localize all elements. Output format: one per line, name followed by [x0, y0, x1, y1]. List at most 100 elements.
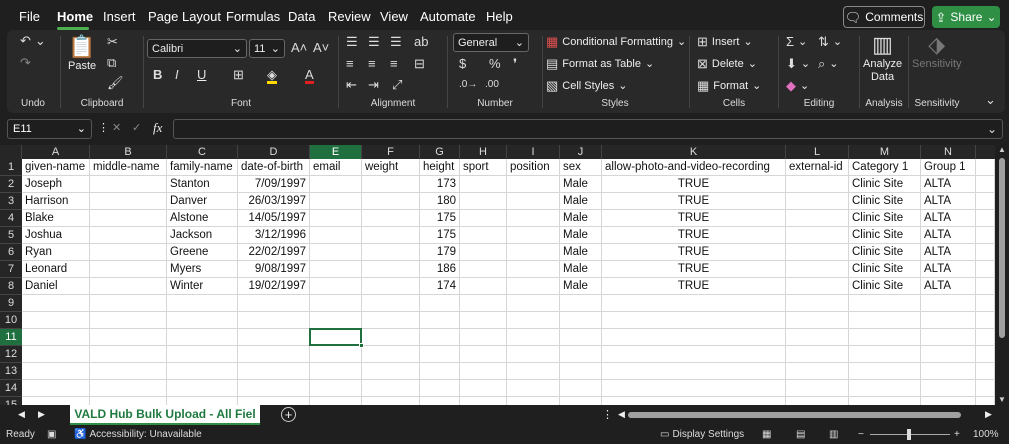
table-cell[interactable]: [420, 363, 460, 380]
row-header-10[interactable]: 10: [0, 312, 22, 329]
table-cell[interactable]: [362, 227, 420, 244]
table-cell[interactable]: [507, 227, 560, 244]
table-cell[interactable]: Leonard: [22, 261, 90, 278]
table-cell[interactable]: [460, 210, 507, 227]
table-cell[interactable]: 9/08/1997: [238, 261, 310, 278]
decrease-font-button[interactable]: A˅: [313, 41, 329, 54]
table-cell[interactable]: [507, 295, 560, 312]
column-header-a[interactable]: A: [22, 145, 90, 159]
menu-file[interactable]: File: [19, 9, 40, 24]
table-cell[interactable]: 174: [420, 278, 460, 295]
header-cell[interactable]: allow-photo-and-video-recording: [602, 159, 786, 176]
table-cell[interactable]: 173: [420, 176, 460, 193]
format-painter-button[interactable]: 🖌: [107, 76, 124, 89]
ribbon-collapse-button[interactable]: ⌄: [985, 93, 996, 106]
increase-indent-button[interactable]: ⇥: [368, 78, 379, 91]
table-cell[interactable]: [22, 363, 90, 380]
table-cell[interactable]: [90, 244, 167, 261]
table-cell[interactable]: [507, 176, 560, 193]
row-header-9[interactable]: 9: [0, 295, 22, 312]
comments-button[interactable]: 🗨 Comments: [843, 6, 925, 28]
header-cell[interactable]: weight: [362, 159, 420, 176]
row-header-4[interactable]: 4: [0, 210, 22, 227]
table-cell[interactable]: [238, 380, 310, 397]
table-cell[interactable]: [362, 210, 420, 227]
table-cell[interactable]: [238, 397, 310, 405]
table-cell[interactable]: 186: [420, 261, 460, 278]
align-top-button[interactable]: ☰: [346, 35, 358, 48]
comma-button[interactable]: ❜: [513, 57, 517, 70]
row-header-13[interactable]: 13: [0, 363, 22, 380]
table-cell[interactable]: [507, 193, 560, 210]
check-icon[interactable]: ✓: [132, 121, 141, 134]
menu-page-layout[interactable]: Page Layout: [148, 9, 221, 24]
table-cell[interactable]: [460, 346, 507, 363]
table-cell[interactable]: [507, 312, 560, 329]
table-cell[interactable]: [849, 346, 921, 363]
autosum-button[interactable]: Σ ⌄: [786, 35, 807, 48]
table-cell[interactable]: [786, 329, 849, 346]
table-cell[interactable]: [560, 380, 602, 397]
table-cell[interactable]: 175: [420, 227, 460, 244]
table-cell[interactable]: [167, 329, 238, 346]
empty-cell[interactable]: [976, 295, 995, 312]
table-cell[interactable]: [90, 193, 167, 210]
scroll-down-icon[interactable]: ▼: [998, 395, 1006, 404]
table-cell[interactable]: [22, 295, 90, 312]
undo-button[interactable]: ↶ ⌄: [20, 34, 46, 47]
table-cell[interactable]: Ryan: [22, 244, 90, 261]
column-header-n[interactable]: N: [921, 145, 976, 159]
table-cell[interactable]: [460, 363, 507, 380]
menu-home[interactable]: Home: [57, 9, 93, 24]
table-cell[interactable]: [849, 380, 921, 397]
table-cell[interactable]: [90, 312, 167, 329]
vertical-scrollbar[interactable]: ▲ ▼: [995, 145, 1009, 405]
empty-cell[interactable]: [976, 261, 995, 278]
table-cell[interactable]: TRUE: [602, 261, 786, 278]
table-cell[interactable]: [420, 295, 460, 312]
table-cell[interactable]: [602, 329, 786, 346]
align-center-button[interactable]: ≡: [368, 57, 376, 70]
table-cell[interactable]: [849, 295, 921, 312]
column-header-c[interactable]: C: [167, 145, 238, 159]
table-cell[interactable]: [90, 295, 167, 312]
header-cell[interactable]: given-name: [22, 159, 90, 176]
table-cell[interactable]: [310, 363, 362, 380]
table-cell[interactable]: TRUE: [602, 210, 786, 227]
sensitivity-button[interactable]: ⬗ Sensitivity: [912, 33, 962, 71]
table-cell[interactable]: [362, 295, 420, 312]
table-cell[interactable]: Joseph: [22, 176, 90, 193]
insert-cells-button[interactable]: ⊞ Insert ⌄: [697, 35, 753, 48]
table-cell[interactable]: Clinic Site: [849, 176, 921, 193]
previous-sheet-icon[interactable]: ◀: [18, 409, 25, 420]
header-cell[interactable]: Category 1: [849, 159, 921, 176]
table-cell[interactable]: [921, 295, 976, 312]
fill-button[interactable]: ⬇ ⌄: [786, 57, 810, 70]
italic-button[interactable]: I: [175, 68, 179, 81]
table-cell[interactable]: [310, 295, 362, 312]
table-cell[interactable]: [849, 312, 921, 329]
scroll-up-icon[interactable]: ▲: [998, 145, 1006, 154]
empty-cell[interactable]: [976, 397, 995, 405]
empty-cell[interactable]: [976, 346, 995, 363]
table-cell[interactable]: [167, 312, 238, 329]
table-cell[interactable]: Clinic Site: [849, 227, 921, 244]
header-cell[interactable]: sex: [560, 159, 602, 176]
fill-color-button[interactable]: ◈: [267, 68, 277, 84]
table-cell[interactable]: [460, 295, 507, 312]
table-cell[interactable]: [786, 193, 849, 210]
table-cell[interactable]: [786, 278, 849, 295]
table-cell[interactable]: ALTA: [921, 227, 976, 244]
table-cell[interactable]: [362, 329, 420, 346]
table-cell[interactable]: Clinic Site: [849, 193, 921, 210]
vertical-scroll-thumb[interactable]: [999, 158, 1005, 338]
table-cell[interactable]: Clinic Site: [849, 210, 921, 227]
table-cell[interactable]: [310, 312, 362, 329]
table-cell[interactable]: [507, 346, 560, 363]
table-cell[interactable]: [90, 397, 167, 405]
table-cell[interactable]: [786, 397, 849, 405]
table-cell[interactable]: [167, 380, 238, 397]
table-cell[interactable]: [460, 329, 507, 346]
table-cell[interactable]: [507, 210, 560, 227]
table-cell[interactable]: [310, 278, 362, 295]
